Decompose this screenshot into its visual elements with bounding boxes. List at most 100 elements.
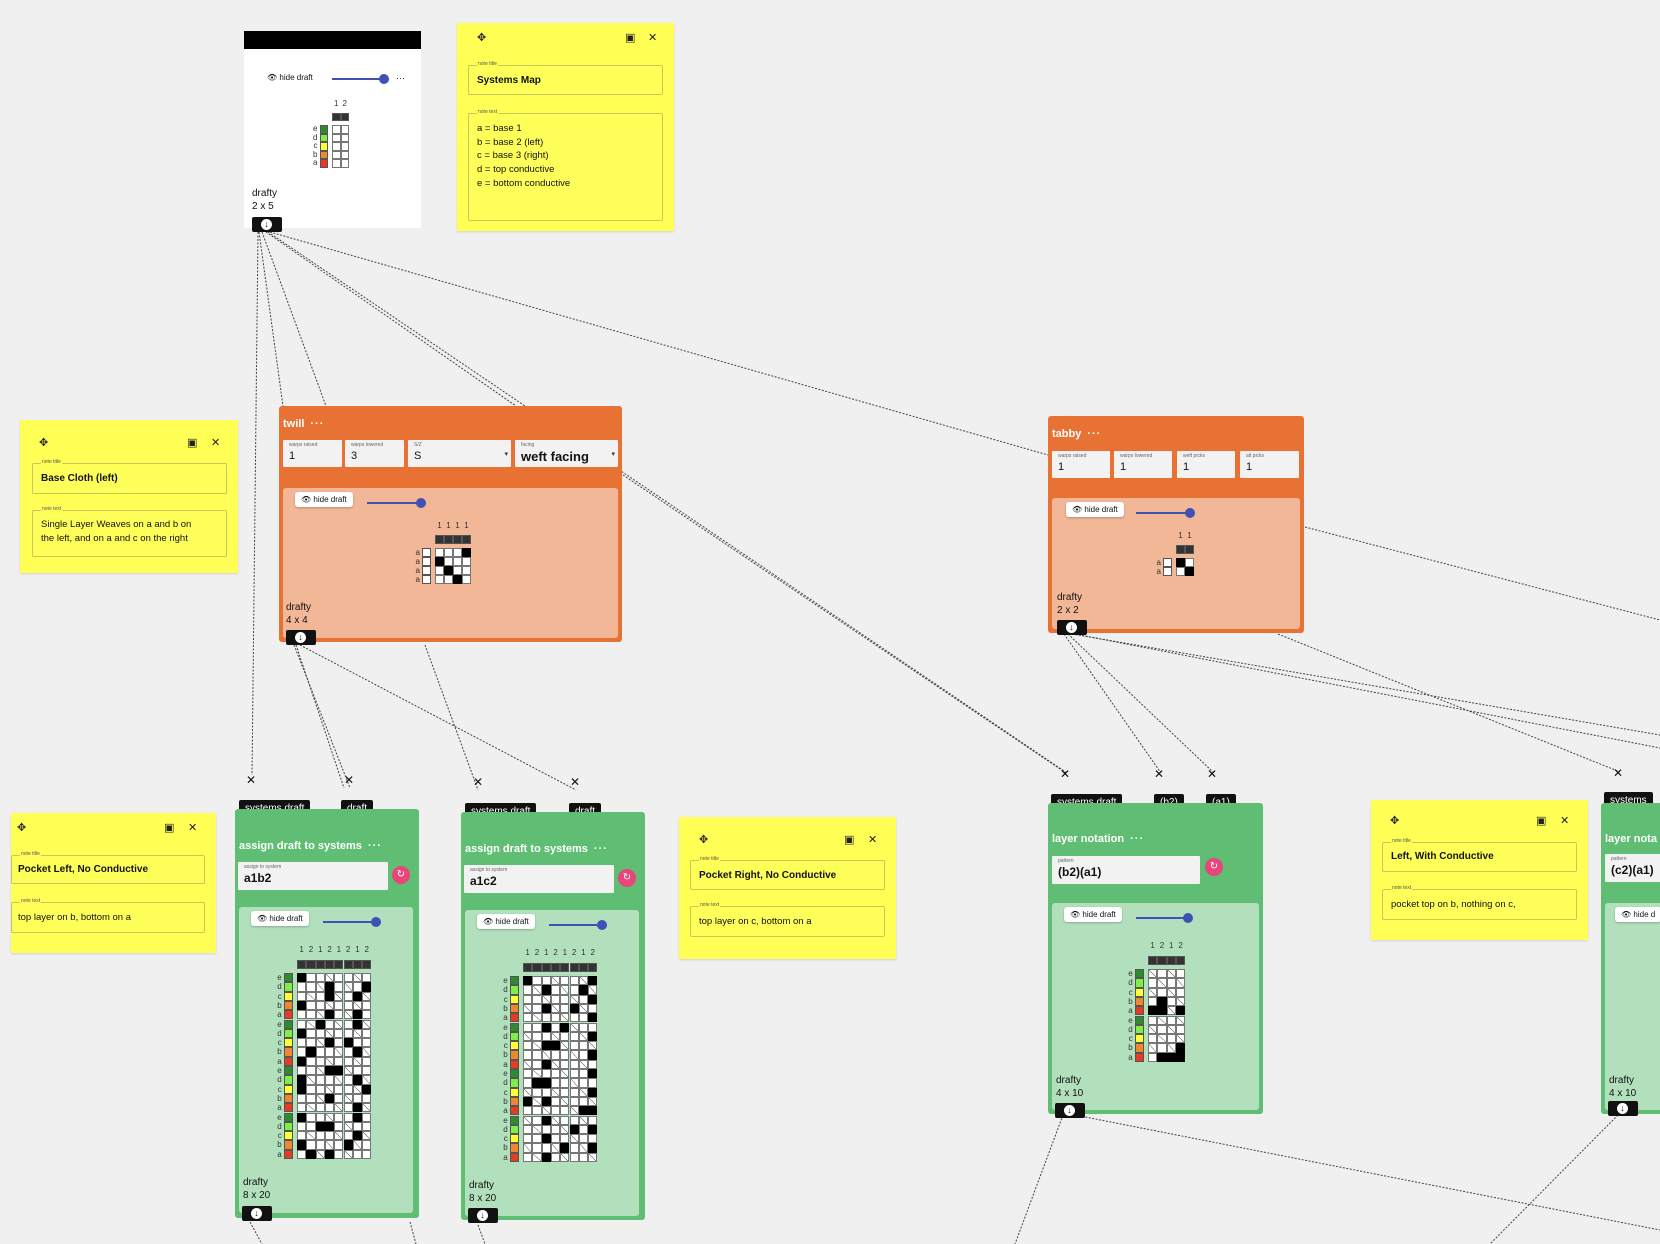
draft-cell[interactable]	[560, 1152, 570, 1162]
draft-cell[interactable]	[362, 1019, 372, 1029]
draft-cell[interactable]	[569, 976, 579, 986]
draft-cell[interactable]	[550, 1003, 561, 1014]
draft-cell[interactable]	[578, 985, 589, 995]
draft-cell[interactable]	[1166, 1043, 1176, 1053]
draft-cell[interactable]	[340, 125, 349, 134]
draft-cell[interactable]	[550, 1087, 561, 1097]
draft-cell[interactable]	[362, 982, 372, 992]
draft-cell[interactable]	[1148, 1034, 1158, 1044]
draft-cell[interactable]	[334, 991, 344, 1001]
more-options-button[interactable]: ···	[396, 73, 405, 83]
draft-cell[interactable]	[306, 973, 316, 983]
close-x-icon[interactable]: ✕	[246, 774, 256, 786]
draft-cell[interactable]	[541, 1069, 551, 1079]
draft-cell[interactable]	[362, 1131, 372, 1141]
draft-cell[interactable]	[334, 1000, 344, 1011]
draft-cell[interactable]	[315, 982, 325, 992]
param-facing-select[interactable]: facing weft facing ▾	[515, 440, 618, 467]
draft-cell[interactable]	[315, 991, 325, 1001]
draft-cell[interactable]	[541, 1041, 551, 1051]
draft-cell[interactable]	[324, 991, 335, 1001]
draft-cell[interactable]	[523, 1087, 533, 1097]
draft-cell[interactable]	[334, 1038, 344, 1048]
draft-cell[interactable]	[334, 982, 344, 992]
draft-cell[interactable]	[297, 1084, 307, 1094]
draft-cell[interactable]	[362, 1028, 372, 1039]
draft-cell[interactable]	[306, 1000, 316, 1011]
draft-cell[interactable]	[532, 1003, 542, 1014]
draft-cell[interactable]	[462, 557, 471, 566]
draft-scale-slider[interactable]	[367, 498, 426, 508]
draft-cell[interactable]	[334, 1112, 344, 1122]
draft-cell[interactable]	[550, 1106, 561, 1116]
draft-cell[interactable]	[343, 1047, 353, 1057]
draft-cell[interactable]	[1185, 567, 1194, 576]
draft-cell[interactable]	[588, 1031, 598, 1042]
draft-cell[interactable]	[462, 575, 471, 584]
draft-cell[interactable]	[352, 973, 363, 983]
draft-cell[interactable]	[1157, 1015, 1167, 1025]
draft-cell[interactable]	[334, 1084, 344, 1094]
more-options-button[interactable]: ···	[310, 418, 324, 430]
draft-cell[interactable]	[324, 1019, 335, 1029]
draft-cell[interactable]	[343, 1038, 353, 1048]
draft-cell[interactable]	[297, 1028, 307, 1039]
draft-cell[interactable]	[541, 985, 551, 995]
draft-cell[interactable]	[541, 1115, 551, 1125]
draft-cell[interactable]	[435, 575, 444, 584]
draft-cell[interactable]	[560, 985, 570, 995]
draft-cell[interactable]	[334, 1149, 344, 1159]
download-button[interactable]: ↓	[286, 630, 316, 645]
assign-system-field[interactable]: assign to system a1c2	[464, 865, 614, 893]
draft-cell[interactable]	[588, 1050, 598, 1060]
draft-cell[interactable]	[560, 1078, 570, 1088]
draft-cell[interactable]	[1176, 558, 1185, 567]
note-title-field[interactable]: note title Systems Map	[468, 61, 663, 95]
draft-cell[interactable]	[297, 1066, 307, 1076]
note-title-field[interactable]: note title Pocket Left, No Conductive	[11, 851, 205, 884]
hide-draft-button[interactable]: 👁 hide d	[1615, 907, 1660, 922]
draft-cell[interactable]	[1175, 1052, 1186, 1062]
draft-cell[interactable]	[297, 973, 307, 983]
draft-cell[interactable]	[541, 976, 551, 986]
draft-cell[interactable]	[532, 1041, 542, 1051]
draft-cell[interactable]	[1166, 1006, 1176, 1016]
note-pocket-left[interactable]: ✥ ▣ ✕ note title Pocket Left, No Conduct…	[11, 813, 216, 953]
image-icon[interactable]: ▣	[164, 823, 174, 834]
draft-cell[interactable]	[532, 994, 542, 1004]
draft-cell[interactable]	[550, 1041, 561, 1051]
draft-cell[interactable]	[444, 566, 453, 575]
draft-cell[interactable]	[560, 1013, 570, 1023]
draft-cell[interactable]	[1148, 987, 1158, 997]
draft-cell[interactable]	[453, 548, 462, 557]
image-icon[interactable]: ▣	[187, 438, 197, 449]
close-x-icon[interactable]: ✕	[1207, 768, 1217, 780]
draft-cell[interactable]	[306, 1131, 316, 1141]
draft-cell[interactable]	[550, 1059, 561, 1069]
draft-cell[interactable]	[541, 1106, 551, 1116]
draft-cell[interactable]	[352, 1047, 363, 1057]
draft-cell[interactable]	[306, 991, 316, 1001]
slider-knob[interactable]	[371, 917, 381, 927]
close-icon[interactable]: ✕	[188, 823, 197, 834]
draft-cell[interactable]	[560, 1106, 570, 1116]
draft-scale-slider[interactable]	[1136, 508, 1195, 518]
draft-cell[interactable]	[550, 1078, 561, 1088]
draft-cell[interactable]	[334, 973, 344, 983]
draft-cell[interactable]	[352, 1000, 363, 1011]
draft-cell[interactable]	[297, 1075, 307, 1085]
draft-cell[interactable]	[324, 1103, 335, 1113]
draft-cell[interactable]	[352, 991, 363, 1001]
draft-cell[interactable]	[306, 1019, 316, 1029]
draft-cell[interactable]	[362, 1140, 372, 1150]
draft-cell[interactable]	[532, 1059, 542, 1069]
draft-cell[interactable]	[362, 1066, 372, 1076]
draft-cell[interactable]	[343, 1121, 353, 1132]
draft-cell[interactable]	[297, 991, 307, 1001]
draft-cell[interactable]	[532, 1022, 542, 1032]
draft-cell[interactable]	[550, 1096, 561, 1107]
draft-cell[interactable]	[1148, 1024, 1158, 1035]
close-icon[interactable]: ✕	[211, 438, 220, 449]
draft-cell[interactable]	[334, 1066, 344, 1076]
draft-cell[interactable]	[578, 1059, 589, 1069]
